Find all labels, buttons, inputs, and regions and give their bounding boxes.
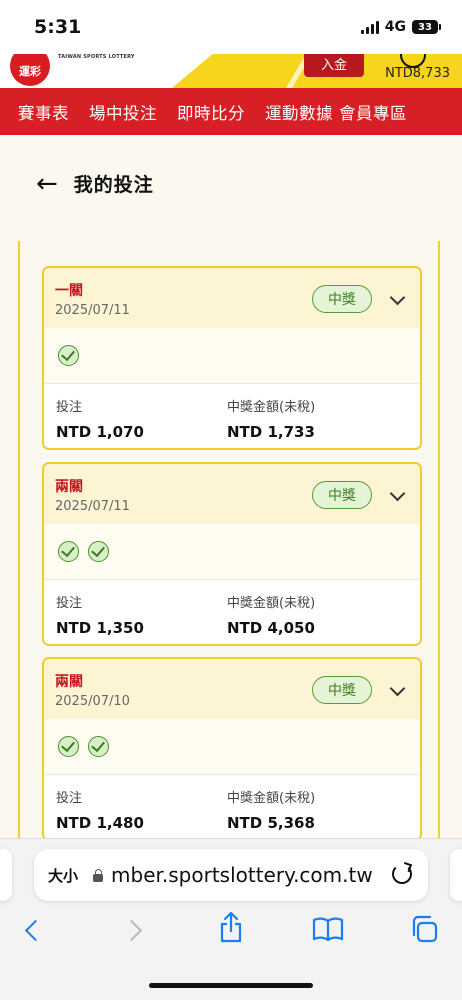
payout-value: NTD 4,050 [227,619,315,637]
check-circle-icon [88,541,109,562]
stake-col: 投注 NTD 1,350 [56,592,144,637]
text-size-button[interactable]: 大小 [48,865,78,886]
reload-icon[interactable] [392,864,412,884]
site-logo[interactable]: 運彩 [10,54,50,86]
stake-label: 投注 [56,596,83,611]
forward-icon[interactable] [120,919,143,942]
payout-value: NTD 5,368 [227,814,315,832]
page-title: 我的投注 [73,174,154,196]
bet-type: 一關 [55,283,83,299]
nav-item-member-area[interactable]: 會員專區 [339,100,407,124]
bookmarks-icon[interactable] [312,917,344,941]
payout-col: 中獎金額(未稅) NTD 4,050 [227,592,315,637]
bet-card-footer: 投注 NTD 1,070 中獎金額(未稅) NTD 1,733 [44,384,420,448]
leg-results [44,328,420,384]
lock-icon [92,868,104,882]
check-circle-icon [58,736,79,757]
nav-item-live-betting[interactable]: 場中投注 [89,100,157,124]
bet-card[interactable]: 兩關 2025/07/11 中獎 投注 NTD 1,350 中獎金額(未稅) N… [42,462,422,646]
check-circle-icon [58,541,79,562]
logo-subtitle: TAIWAN SPORTS LOTTERY [58,54,135,60]
account-balance: NTD8,733 [385,66,450,81]
bet-card[interactable]: 一關 2025/07/11 中獎 投注 NTD 1,070 中獎金額(未稅) N… [42,266,422,450]
check-circle-icon [58,345,79,366]
bet-card-footer: 投注 NTD 1,480 中獎金額(未稅) NTD 5,368 [44,775,420,839]
nav-item-live-scores[interactable]: 即時比分 [177,100,245,124]
previous-tab-peek[interactable] [0,849,12,901]
main-nav: 賽事表 場中投注 即時比分 運動數據 會員專區 [0,88,462,135]
bet-date: 2025/07/11 [55,499,130,514]
bet-card-header[interactable]: 兩關 2025/07/11 中獎 [44,464,420,524]
leg-results [44,524,420,580]
stake-value: NTD 1,070 [56,423,144,441]
home-indicator[interactable] [149,983,313,988]
stake-col: 投注 NTD 1,480 [56,787,144,832]
payout-value: NTD 1,733 [227,423,315,441]
back-icon[interactable] [24,919,47,942]
stake-label: 投注 [56,791,83,806]
bet-date: 2025/07/10 [55,694,130,709]
nav-item-sports-data[interactable]: 運動數據 [265,100,333,124]
status-badge: 中獎 [312,676,372,704]
payout-label: 中獎金額(未稅) [227,400,316,415]
bet-list[interactable]: 一關 2025/07/11 中獎 投注 NTD 1,070 中獎金額(未稅) N… [18,241,440,841]
status-badge: 中獎 [312,285,372,313]
bet-card-footer: 投注 NTD 1,350 中獎金額(未稅) NTD 4,050 [44,580,420,644]
browser-nav-toolbar [0,911,462,957]
chevron-down-icon[interactable] [389,289,406,306]
nav-item-schedule[interactable]: 賽事表 [18,100,69,124]
stake-value: NTD 1,480 [56,814,144,832]
bet-card[interactable]: 兩關 2025/07/10 中獎 投注 NTD 1,480 中獎金額(未稅) N… [42,657,422,841]
deposit-button[interactable]: 入金 [304,54,364,77]
bet-card-header[interactable]: 兩關 2025/07/10 中獎 [44,659,420,719]
browser-toolbar: 大小 mber.sportslottery.com.tw [0,838,462,1000]
chevron-down-icon[interactable] [389,680,406,697]
bet-type: 兩關 [55,674,83,690]
stake-value: NTD 1,350 [56,619,144,637]
bet-type: 兩關 [55,479,83,495]
payout-label: 中獎金額(未稅) [227,791,316,806]
tabs-icon[interactable] [410,915,438,943]
address-bar[interactable]: 大小 mber.sportslottery.com.tw [34,849,428,901]
chevron-down-icon[interactable] [389,485,406,502]
bet-date: 2025/07/11 [55,303,130,318]
stake-col: 投注 NTD 1,070 [56,396,144,441]
status-time: 5:31 [34,16,82,38]
share-icon[interactable] [219,911,243,943]
next-tab-peek[interactable] [450,849,462,901]
page-title-row: ← 我的投注 [36,170,154,197]
payout-label: 中獎金額(未稅) [227,596,316,611]
payout-col: 中獎金額(未稅) NTD 5,368 [227,787,315,832]
network-type: 4G [384,19,406,35]
status-badge: 中獎 [312,481,372,509]
status-bar: 5:31 4G 33 [0,0,462,54]
back-arrow-icon[interactable]: ← [36,171,58,197]
payout-col: 中獎金額(未稅) NTD 1,733 [227,396,315,441]
status-indicators: 4G 33 [360,19,441,35]
stake-label: 投注 [56,400,83,415]
battery-icon: 33 [412,20,441,34]
site-header: 運彩 TAIWAN SPORTS LOTTERY 入金 NTD8,733 [0,54,462,88]
check-circle-icon [88,736,109,757]
leg-results [44,719,420,775]
url-text[interactable]: mber.sportslottery.com.tw [111,863,373,887]
bet-card-header[interactable]: 一關 2025/07/11 中獎 [44,268,420,328]
signal-icon [360,20,379,34]
